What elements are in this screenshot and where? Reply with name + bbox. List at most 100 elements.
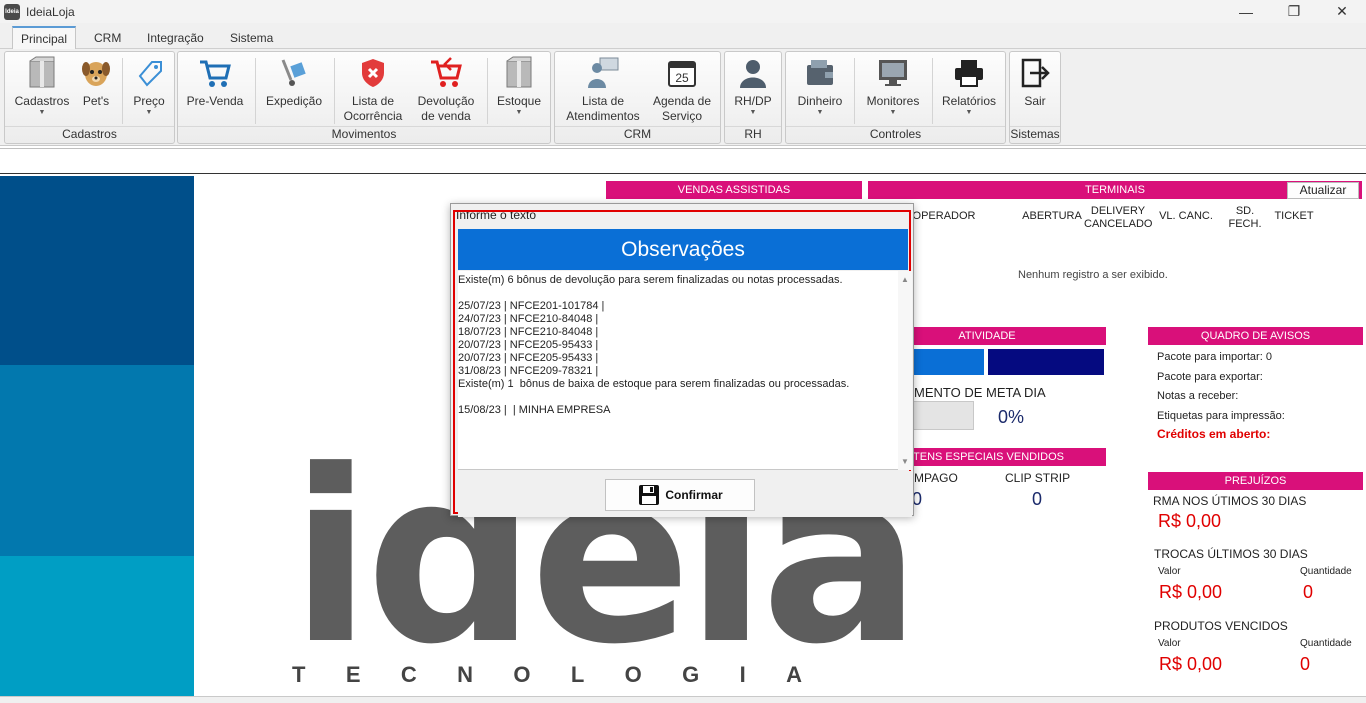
group-label: RH	[725, 126, 781, 142]
tab-sistema[interactable]: Sistema	[222, 26, 281, 49]
estoque-button[interactable]: Estoque ▼	[492, 56, 546, 117]
dropdown-arrow-icon: ▼	[889, 109, 897, 116]
close-icon[interactable]: ✕	[1318, 0, 1366, 23]
dropdown-arrow-icon: ▼	[816, 109, 824, 116]
pre-venda-button[interactable]: Pre-Venda	[184, 56, 246, 109]
expedicao-button[interactable]: Expedição	[261, 56, 327, 109]
tab-crm[interactable]: CRM	[86, 26, 129, 49]
rma-value: R$ 0,00	[1158, 511, 1222, 531]
vertical-scrollbar[interactable]: ▲ ▼	[898, 271, 912, 470]
restore-icon[interactable]: ❐	[1270, 0, 1318, 23]
agenda-servico-button[interactable]: 25 Agenda de Serviço	[649, 56, 715, 124]
ribbon-group-movimentos: Pre-Venda Expedição Lista de Ocorrência …	[177, 51, 551, 144]
dinheiro-button[interactable]: Dinheiro ▼	[792, 56, 848, 117]
atividade-bar-navy	[988, 349, 1104, 375]
relatorios-label: Relatórios	[941, 94, 997, 108]
monitor-icon	[879, 60, 907, 86]
atualizar-button[interactable]: Atualizar	[1287, 182, 1359, 199]
sair-label: Sair	[1024, 94, 1046, 108]
cart-return-icon	[431, 57, 462, 87]
pets-label: Pet's	[82, 94, 110, 108]
window-title: IdeiaLoja	[26, 4, 75, 19]
aviso-creditos-aberto: Créditos em aberto:	[1157, 427, 1271, 441]
expedicao-label: Expedição	[265, 94, 323, 108]
terminais-empty-message: Nenhum registro a ser exibido.	[1018, 269, 1168, 281]
printer-icon	[955, 60, 983, 87]
cadastros-button[interactable]: Cadastros ▼	[11, 56, 73, 117]
lista-ocorrencia-label: Lista de Ocorrência	[343, 94, 403, 123]
user-icon	[740, 60, 766, 88]
column-delivery-cancelado: DELIVERY CANCELADO	[1084, 205, 1153, 230]
confirmar-label: Confirmar	[665, 488, 723, 502]
estoque-label: Estoque	[496, 94, 542, 108]
separator	[122, 58, 123, 124]
aviso-etiquetas: Etiquetas para impressão:	[1157, 410, 1285, 422]
box-icon	[29, 56, 55, 88]
observacoes-line: 31/08/23 | NFCE209-78321 |	[458, 365, 599, 377]
lista-atendimentos-button[interactable]: Lista de Atendimentos	[561, 56, 645, 124]
logo-subtitle-letter: T	[292, 662, 306, 687]
ribbon-group-cadastros: Cadastros ▼ Pet's Preço ▼ Cadastros	[4, 51, 175, 144]
minimize-icon[interactable]: —	[1222, 0, 1270, 23]
observacoes-line	[458, 391, 896, 404]
scroll-up-icon[interactable]: ▲	[901, 275, 909, 284]
meta-label: MENTO DE META DIA	[914, 385, 1046, 400]
observacoes-line	[458, 287, 896, 300]
monitores-label: Monitores	[866, 94, 920, 108]
hand-truck-icon	[281, 59, 306, 86]
preco-button[interactable]: Preço ▼	[127, 56, 171, 117]
devolucao-venda-button[interactable]: Devolução de venda	[412, 56, 480, 124]
pets-button[interactable]: Pet's	[75, 56, 117, 109]
separator	[255, 58, 256, 124]
price-tag-icon	[138, 61, 162, 87]
shield-error-icon	[362, 59, 384, 87]
trocas-quantidade-label: Quantidade	[1300, 566, 1352, 577]
ribbon-group-sistemas: Sair Sistemas	[1009, 51, 1061, 144]
vencidos-label: PRODUTOS VENCIDOS	[1154, 619, 1288, 633]
vendas-assistidas-header: VENDAS ASSISTIDAS	[606, 181, 862, 199]
dropdown-arrow-icon: ▼	[965, 109, 973, 116]
observacoes-line: 20/07/23 | NFCE205-95433 |	[458, 339, 599, 351]
window-controls: — ❐ ✕	[1222, 0, 1366, 23]
title-bar: Ideia IdeiaLoja — ❐ ✕	[0, 0, 1366, 23]
logo-subtitle-letter: O	[624, 662, 642, 687]
group-label: Controles	[786, 126, 1005, 142]
lista-ocorrencia-button[interactable]: Lista de Ocorrência	[341, 56, 405, 124]
trocas-value: R$ 0,00	[1159, 582, 1223, 602]
tab-integracao[interactable]: Integração	[139, 26, 212, 49]
group-label: CRM	[555, 126, 720, 142]
logo-subtitle-letter: A	[786, 662, 802, 687]
logo-subtitle-letter: O	[513, 662, 531, 687]
relatorios-button[interactable]: Relatórios ▼	[938, 56, 1000, 117]
group-label: Sistemas	[1010, 126, 1060, 141]
dialog-footer: Confirmar	[458, 471, 912, 517]
vencidos-quantidade: 0	[1300, 654, 1311, 674]
trocas-label: TROCAS ÚLTIMOS 30 DIAS	[1154, 547, 1308, 561]
address-strip	[0, 148, 1366, 174]
itens-col2-label: CLIP STRIP	[1005, 471, 1071, 485]
logo-subtitle-letter: N	[457, 662, 473, 687]
observacoes-dialog: Informe o texto Observações Existe(m) 6 …	[450, 203, 914, 517]
color-band-dark	[0, 176, 194, 365]
vencidos-valor-label: Valor	[1158, 638, 1181, 649]
confirmar-button[interactable]: Confirmar	[605, 479, 755, 511]
logo-subtitle-letter: I	[739, 662, 746, 687]
observacoes-line: 18/07/23 | NFCE210-84048 |	[458, 326, 599, 338]
monitores-button[interactable]: Monitores ▼	[860, 56, 926, 117]
column-sd-fech: SD. FECH.	[1228, 205, 1262, 230]
dropdown-arrow-icon: ▼	[38, 109, 46, 116]
scroll-down-icon[interactable]: ▼	[901, 457, 909, 466]
observacoes-textarea[interactable]: Existe(m) 6 bônus de devolução para sere…	[458, 271, 912, 470]
vencidos-quantidade-label: Quantidade	[1300, 638, 1352, 649]
cadastros-label: Cadastros	[14, 94, 70, 108]
quadro-avisos-header: QUADRO DE AVISOS	[1148, 327, 1363, 345]
calendar-icon: 25	[668, 61, 696, 87]
sair-button[interactable]: Sair	[1014, 56, 1056, 109]
tab-principal[interactable]: Principal	[12, 26, 77, 49]
rh-dp-button[interactable]: RH/DP ▼	[729, 56, 777, 117]
dialog-title: Observações	[458, 229, 908, 270]
status-bar	[0, 696, 1366, 703]
floppy-disk-icon	[639, 485, 660, 505]
wallet-icon	[807, 60, 833, 85]
presenter-icon	[588, 57, 619, 88]
